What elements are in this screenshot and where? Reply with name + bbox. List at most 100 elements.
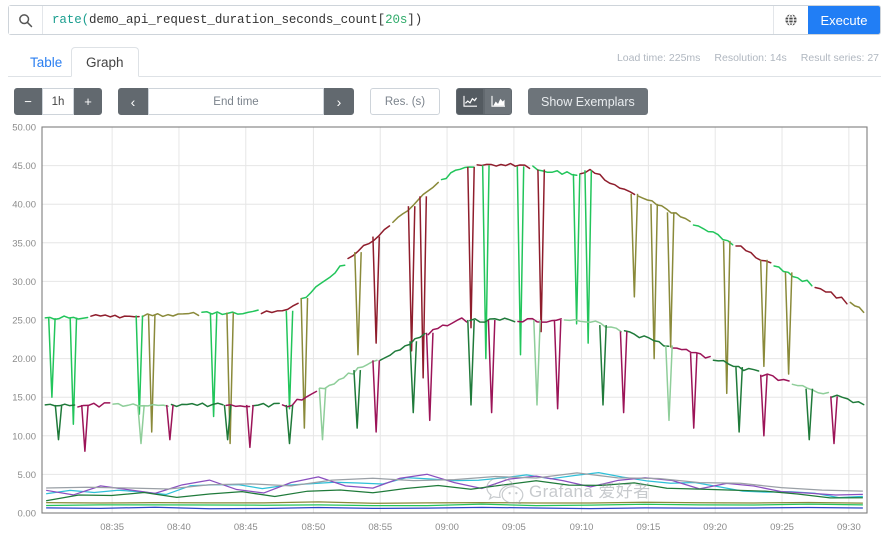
series-line bbox=[762, 374, 789, 381]
series-line bbox=[533, 166, 577, 175]
y-tick-label: 15.00 bbox=[12, 393, 36, 404]
series-spike bbox=[736, 367, 742, 432]
series-spike bbox=[49, 318, 55, 397]
x-tick-label: 09:05 bbox=[502, 522, 526, 533]
range-input[interactable]: 1h bbox=[42, 88, 74, 115]
range-stepper: − 1h + bbox=[14, 88, 102, 115]
y-tick-label: 25.00 bbox=[12, 316, 36, 327]
result-tabs: Table Graph Load time: 225ms Resolution:… bbox=[8, 41, 881, 77]
series-band bbox=[45, 318, 863, 451]
time-prev-button[interactable]: ‹ bbox=[118, 88, 148, 115]
stat-result-series: Result series: 27 bbox=[801, 52, 879, 64]
series-line bbox=[78, 403, 110, 407]
series-line bbox=[774, 266, 812, 286]
x-tick-label: 09:10 bbox=[570, 522, 594, 533]
series-line bbox=[46, 504, 863, 506]
x-tick-label: 08:35 bbox=[100, 522, 124, 533]
y-tick-label: 30.00 bbox=[12, 277, 36, 288]
series-spike bbox=[420, 196, 426, 378]
series-line bbox=[393, 182, 438, 222]
series-line bbox=[91, 315, 139, 318]
series-spike bbox=[55, 405, 61, 440]
series-spike bbox=[468, 167, 474, 328]
series-spike bbox=[600, 325, 606, 405]
graph-panel: 0.005.0010.0015.0020.0025.0030.0035.0040… bbox=[0, 120, 889, 534]
series-spike bbox=[136, 315, 142, 414]
series-line bbox=[792, 384, 828, 393]
series-line bbox=[442, 167, 474, 180]
y-tick-label: 5.00 bbox=[18, 470, 37, 481]
query-input[interactable]: rate(demo_api_request_duration_seconds_c… bbox=[43, 6, 773, 34]
stacked-area-chart-icon[interactable] bbox=[484, 88, 512, 115]
series-line bbox=[815, 288, 847, 304]
range-decrease-button[interactable]: − bbox=[14, 88, 42, 115]
series-line bbox=[301, 265, 344, 298]
globe-icon[interactable] bbox=[773, 6, 808, 34]
series-line bbox=[45, 316, 87, 319]
series-spike bbox=[373, 237, 379, 344]
series-spike bbox=[761, 260, 767, 367]
series-spike bbox=[831, 396, 837, 443]
series-line bbox=[46, 502, 863, 503]
series-line bbox=[736, 246, 771, 263]
query-token-close: ]) bbox=[407, 13, 422, 27]
y-tick-label: 0.00 bbox=[18, 509, 37, 520]
query-bar: rate(demo_api_request_duration_seconds_c… bbox=[8, 5, 881, 35]
chart-type-toggle-group bbox=[456, 88, 512, 115]
series-spike bbox=[286, 405, 292, 444]
execute-button[interactable]: Execute bbox=[808, 6, 880, 34]
x-tick-label: 08:55 bbox=[368, 522, 392, 533]
graph-controls-toolbar: − 1h + ‹ End time › Res. (s) Show Exempl… bbox=[14, 88, 648, 115]
end-time-group: ‹ End time › bbox=[118, 88, 354, 115]
x-tick-label: 09:00 bbox=[435, 522, 459, 533]
stat-resolution: Resolution: 14s bbox=[714, 52, 786, 64]
series-spike bbox=[355, 252, 361, 355]
series-spike bbox=[247, 405, 253, 447]
series-spike bbox=[538, 170, 544, 332]
series-spike bbox=[667, 212, 673, 347]
stat-load-time: Load time: 225ms bbox=[617, 52, 700, 64]
series-spike bbox=[167, 405, 173, 440]
series-line bbox=[693, 225, 732, 245]
series-spike bbox=[554, 320, 560, 409]
x-tick-label: 08:45 bbox=[234, 522, 258, 533]
query-token-function: rate( bbox=[52, 13, 89, 27]
series-spike bbox=[517, 166, 523, 354]
series-spike bbox=[468, 320, 474, 405]
grid-lines bbox=[42, 127, 867, 513]
range-increase-button[interactable]: + bbox=[74, 88, 102, 115]
series-line bbox=[45, 404, 74, 406]
series-line bbox=[380, 334, 425, 361]
line-chart-icon[interactable] bbox=[456, 88, 484, 115]
series-paths bbox=[45, 164, 863, 509]
time-next-button[interactable]: › bbox=[324, 88, 354, 115]
series-spike bbox=[666, 345, 672, 420]
series-spike bbox=[286, 311, 292, 409]
series-spike bbox=[620, 331, 626, 412]
series-line bbox=[46, 507, 863, 508]
end-time-input[interactable]: End time bbox=[148, 88, 324, 115]
series-spike bbox=[427, 333, 433, 421]
show-exemplars-button[interactable]: Show Exemplars bbox=[528, 88, 648, 115]
x-tick-label: 09:15 bbox=[636, 522, 660, 533]
x-axis-tick-labels: 08:3508:4008:4508:5008:5509:0009:0509:10… bbox=[100, 522, 861, 533]
query-stats: Load time: 225ms Resolution: 14s Result … bbox=[617, 52, 879, 64]
series-spike bbox=[410, 341, 416, 412]
resolution-input[interactable]: Res. (s) bbox=[370, 88, 440, 115]
y-tick-label: 40.00 bbox=[12, 200, 36, 211]
series-spike bbox=[138, 405, 144, 444]
y-tick-label: 10.00 bbox=[12, 431, 36, 442]
series-spike bbox=[691, 353, 697, 428]
search-icon bbox=[9, 6, 43, 34]
series-line bbox=[850, 302, 863, 312]
tab-graph[interactable]: Graph bbox=[71, 47, 139, 77]
series-spike bbox=[534, 320, 540, 405]
resolution-group: Res. (s) bbox=[370, 88, 440, 115]
series-line bbox=[253, 403, 279, 406]
tab-table[interactable]: Table bbox=[16, 47, 76, 77]
series-spike bbox=[319, 388, 325, 440]
series-line bbox=[580, 169, 635, 194]
series-spike bbox=[354, 370, 360, 428]
graph-svg[interactable]: 0.005.0010.0015.0020.0025.0030.0035.0040… bbox=[0, 120, 889, 534]
series-line bbox=[113, 404, 168, 407]
